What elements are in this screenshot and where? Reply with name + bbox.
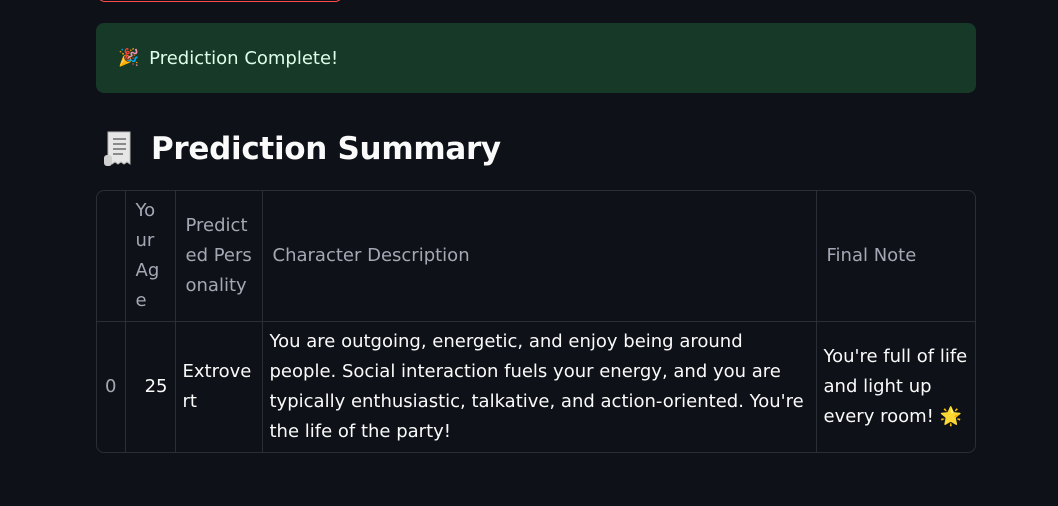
header-description[interactable]: Character Description <box>262 191 817 322</box>
summary-heading: Prediction Summary <box>103 126 501 172</box>
cell-personality[interactable]: Extrovert <box>175 321 263 452</box>
previous-button-edge[interactable] <box>97 0 343 2</box>
header-personality[interactable]: Predicted Personality <box>175 191 263 322</box>
success-alert-text: Prediction Complete! <box>149 47 339 69</box>
header-age[interactable]: Your Age <box>125 191 176 322</box>
success-alert: 🎉 Prediction Complete! <box>96 23 976 93</box>
table-row: 0 25 Extrovert You are outgoing, energet… <box>97 321 975 452</box>
cell-description[interactable]: You are outgoing, energetic, and enjoy b… <box>262 321 817 452</box>
header-note[interactable]: Final Note <box>816 191 975 322</box>
party-popper-icon: 🎉 <box>118 47 140 68</box>
cell-note[interactable]: You're full of life and light up every r… <box>816 321 975 452</box>
summary-table[interactable]: Your Age Predicted Personality Character… <box>96 190 976 453</box>
cell-index[interactable]: 0 <box>97 321 126 452</box>
cell-age[interactable]: 25 <box>125 321 176 452</box>
table-header-row: Your Age Predicted Personality Character… <box>97 191 975 322</box>
app-page: 🎉 Prediction Complete! Prediction Summar… <box>0 0 1058 506</box>
summary-title: Prediction Summary <box>151 131 501 167</box>
receipt-icon <box>103 131 135 167</box>
header-index[interactable] <box>97 191 126 322</box>
